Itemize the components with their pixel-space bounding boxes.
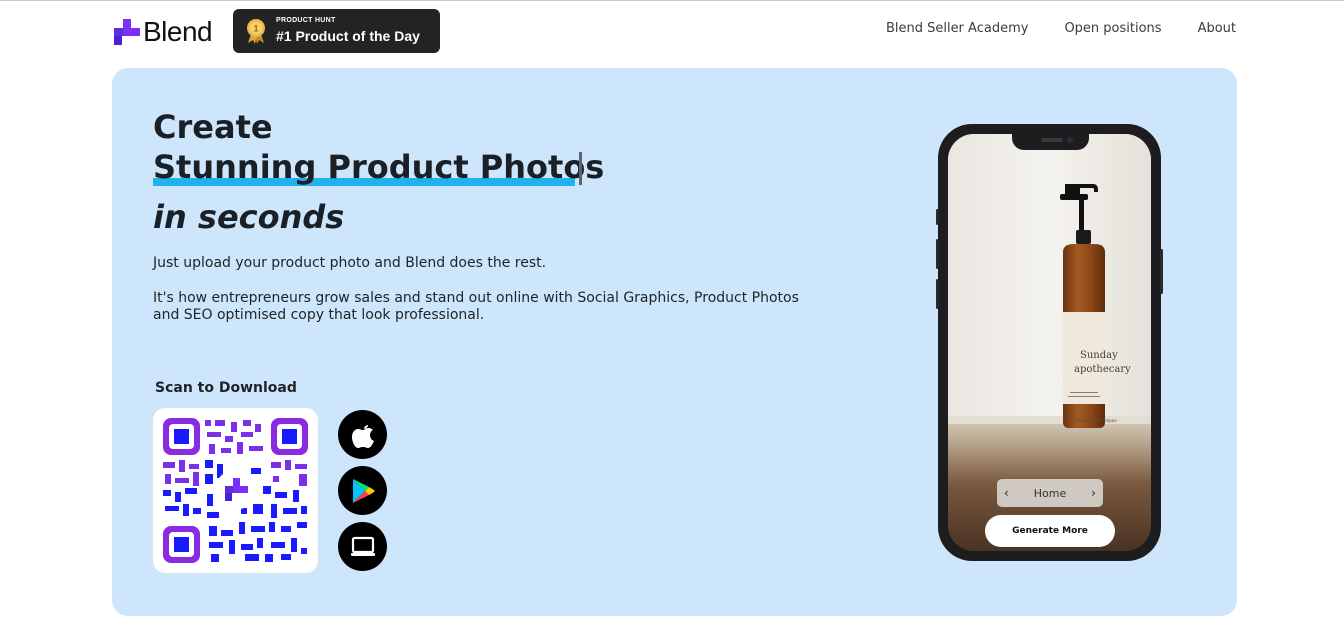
bottle-brand-line2: apothecary [1074,364,1131,375]
phone-side-button [936,279,939,309]
category-name: Home [1033,486,1067,500]
badge-title: #1 Product of the Day [276,28,420,44]
generate-more-button[interactable]: Generate More [985,515,1115,547]
scan-to-download-label: Scan to Download [155,380,297,396]
headline-create: Create [153,108,273,146]
desktop-download-button[interactable] [338,522,387,571]
hero-section: Create Stunning Product Photos in second… [112,68,1237,616]
headline-in-seconds: in seconds [153,198,345,236]
medal-icon: 1 [247,19,265,44]
description-paragraph: It's how entrepreneurs grow sales and st… [153,290,799,323]
phone-notch [1012,134,1089,150]
qr-code-image [163,418,308,563]
app-store-button[interactable] [338,410,387,459]
logo-text: Blend [143,16,213,47]
front-camera [1067,137,1073,143]
phone-side-button [936,209,939,225]
phone-mockup: Sunday apothecary Nourishing Shampoo ‹ H… [936,124,1163,561]
medal-number: 1 [253,24,258,34]
download-qr-code[interactable] [153,408,318,573]
intro-paragraph: Just upload your product photo and Blend… [153,255,547,271]
apple-icon [351,424,374,448]
bottle-product-name: Nourishing Shampoo [1075,418,1117,423]
top-nav: Blend Seller Academy Open positions Abou… [886,21,1236,36]
phone-side-button [1160,249,1163,294]
nav-open-positions[interactable]: Open positions [1064,21,1161,36]
chevron-right-icon[interactable]: › [1091,486,1096,500]
category-selector[interactable]: ‹ Home › [997,479,1103,507]
badge-subtitle: PRODUCT HUNT [276,17,336,24]
nav-about[interactable]: About [1198,21,1236,36]
product-hunt-badge[interactable]: 1 PRODUCT HUNT #1 Product of the Day [233,9,440,53]
desktop-icon [350,536,375,556]
headline-typed-text: Stunning Product Photos [153,148,605,186]
phone-screen: Sunday apothecary Nourishing Shampoo ‹ H… [948,134,1151,551]
top-border [0,0,1344,1]
google-play-icon [352,478,374,503]
logo[interactable]: Blend [114,16,213,47]
chevron-left-icon[interactable]: ‹ [1004,486,1009,500]
google-play-button[interactable] [338,466,387,515]
phone-side-button [936,239,939,269]
bottle-brand-line1: Sunday [1080,350,1118,361]
typing-caret [579,152,582,185]
blend-logo-icon [114,19,140,45]
nav-seller-academy[interactable]: Blend Seller Academy [886,21,1029,36]
speaker-grille [1041,138,1063,142]
